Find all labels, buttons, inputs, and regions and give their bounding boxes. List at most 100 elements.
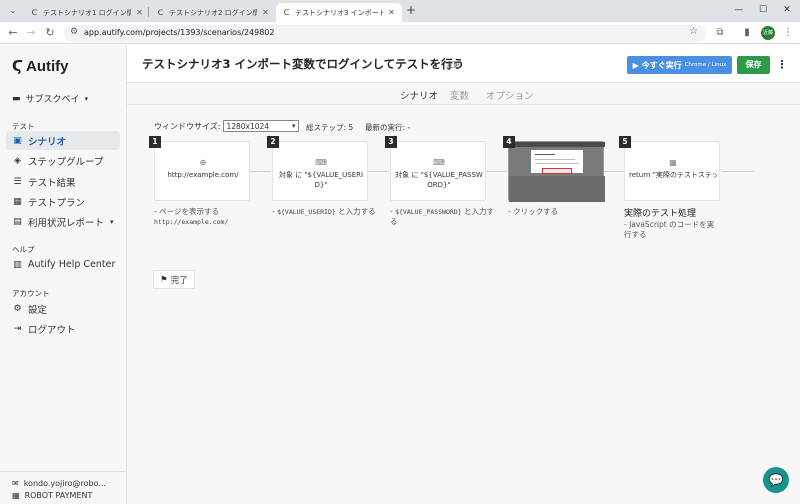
step-card-4[interactable]: 4 — [503, 136, 605, 202]
tab-variables[interactable]: 変数 — [450, 88, 469, 102]
sidebar-item-logout[interactable]: ⇥ ログアウト — [6, 319, 120, 338]
keyboard-icon: ⌨ — [433, 158, 445, 167]
sidebar-item-label: 利用状況レポート — [28, 217, 105, 229]
sidebar-item-label: テスト結果 — [28, 177, 76, 189]
step-desc-text: - ページを表示する — [154, 207, 219, 216]
mail-icon: ✉ — [12, 478, 19, 488]
reload-icon[interactable]: ↻ — [43, 26, 57, 40]
step-card-1[interactable]: 1 ⊕ http://example.com/ — [149, 136, 250, 201]
bookmark-star-icon[interactable]: ☆ — [689, 26, 698, 37]
step-connector — [604, 171, 625, 172]
scenario-tabs: シナリオ 変数 オプション — [127, 83, 800, 105]
report-icon: ▤ — [13, 216, 22, 227]
step-text: 対象 に "${VALUE_PASSWORD}" — [395, 171, 483, 189]
window-size-label: ウィンドウサイズ: — [154, 121, 221, 131]
step-desc-5: - JavaScript のコードを実行する — [624, 220, 715, 239]
run-env-label: Chrome / Linux — [684, 62, 727, 68]
more-options-icon[interactable]: ⋮ — [775, 56, 789, 74]
main-content: テストシナリオ3 インポート変数でログインしてテストを行う 変更 ▶ 今すぐ実行… — [127, 45, 800, 504]
back-icon[interactable]: ← — [6, 26, 20, 40]
user-info[interactable]: ✉ kondo.yojiro@robo... ▦ ROBOT PAYMENT — [0, 471, 127, 504]
step-desc-1: - ページを表示する http://example.com/ — [154, 207, 264, 227]
maximize-icon[interactable]: ☐ — [754, 3, 772, 17]
organization-name: ROBOT PAYMENT — [24, 490, 93, 500]
thumbnail-line — [535, 163, 579, 164]
browser-tab-1[interactable]: ᑕ テストシナリオ1 ログイン情報Aをテ ✕ — [24, 3, 150, 22]
tab-search-icon[interactable]: ⌄ — [6, 4, 20, 18]
done-label: 完了 — [170, 275, 188, 286]
forward-icon[interactable]: → — [24, 26, 38, 40]
step-card-2[interactable]: 2 ⌨ 対象 に "${VALUE_USERID}" — [267, 136, 368, 201]
save-button[interactable]: 保存 — [737, 56, 770, 74]
sidebar-item-test-plan[interactable]: ▦ テストプラン — [6, 192, 120, 211]
window-close-icon[interactable]: ✕ — [778, 3, 796, 17]
folder-icon: ▬ — [12, 93, 21, 104]
close-icon[interactable]: ✕ — [261, 8, 270, 17]
new-tab-icon[interactable]: + — [404, 4, 418, 18]
browser-tab-3-active[interactable]: ᑕ テストシナリオ3 インポート変数でロ ✕ — [276, 3, 402, 22]
step-desc-code: ${VALUE_USERID} — [277, 208, 336, 216]
step-text: http://example.com/ — [167, 171, 239, 179]
thumbnail-line — [535, 159, 575, 160]
rename-link[interactable]: 変更 — [446, 60, 460, 70]
close-icon[interactable]: ✕ — [135, 8, 144, 17]
browser-menu-icon[interactable]: ⋮ — [781, 26, 795, 40]
address-bar[interactable]: ⚙ app.autify.com/projects/1393/scenarios… — [64, 25, 706, 42]
run-now-label: ▶ 今すぐ実行 — [632, 60, 682, 70]
step-card-5[interactable]: 5 ▦ return "実際のテストステップ"; — [619, 136, 720, 201]
workspace-switcher[interactable]: ▬ サブスクベイ ▾ — [12, 92, 88, 106]
step-card-3[interactable]: 3 ⌨ 対象 に "${VALUE_PASSWORD}" — [385, 136, 486, 201]
side-panel-icon[interactable]: ▮ — [740, 26, 754, 40]
step-text: 対象 に "${VALUE_USERID}" — [278, 171, 364, 189]
sidebar-item-settings[interactable]: ⚙ 設定 — [6, 299, 120, 318]
step-title-5: 実際のテスト処理 — [624, 209, 697, 219]
thumbnail-header — [509, 142, 605, 147]
site-info-icon[interactable]: ⚙ — [70, 27, 78, 37]
window-size-value: 1280x1024 — [226, 121, 270, 131]
done-step[interactable]: ⚑ 完了 — [153, 270, 195, 289]
layers-icon: ◈ — [14, 155, 21, 166]
browser-tab-2[interactable]: ᑕ テストシナリオ2 ログイン情報Bをテ ✕ — [150, 3, 276, 22]
scenario-header: テストシナリオ3 インポート変数でログインしてテストを行う 変更 ▶ 今すぐ実行… — [127, 45, 800, 83]
sidebar-item-test-results[interactable]: ☰ テスト結果 — [6, 172, 120, 191]
logo-text: Autify — [26, 57, 69, 75]
sidebar-item-help-center[interactable]: ▥ Autify Help Center — [6, 255, 120, 274]
profile-avatar[interactable]: 近藤 — [761, 26, 775, 40]
user-email-row: ✉ kondo.yojiro@robo... — [12, 477, 115, 489]
chat-icon[interactable]: 💬 — [763, 467, 789, 493]
user-email: kondo.yojiro@robo... — [23, 478, 106, 488]
step-desc-4: - クリックする — [508, 207, 559, 216]
window-size-select[interactable]: 1280x1024 ▾ — [223, 120, 300, 132]
autify-logo[interactable]: Ϛ Autify — [12, 57, 69, 75]
run-now-button[interactable]: ▶ 今すぐ実行 Chrome / Linux — [627, 56, 732, 74]
url-text[interactable]: app.autify.com/projects/1393/scenarios/2… — [84, 28, 274, 37]
tab-options[interactable]: オプション — [486, 88, 534, 102]
extensions-icon[interactable]: ⧉ — [713, 26, 727, 40]
step-number: 1 — [149, 136, 161, 148]
tab-scenario[interactable]: シナリオ — [400, 88, 438, 102]
step-number: 4 — [503, 136, 515, 148]
flag-icon: ⚑ — [160, 274, 168, 285]
logout-icon: ⇥ — [13, 323, 22, 334]
book-icon: ▥ — [13, 259, 22, 270]
keyboard-icon: ⌨ — [315, 158, 327, 167]
step-desc-3: - ${VALUE_PASSWORD} と入力する — [390, 207, 500, 227]
sidebar-item-label: ログアウト — [28, 324, 76, 336]
minimize-icon[interactable]: — — [730, 3, 748, 17]
browser-toolbar: ← → ↻ ⚙ app.autify.com/projects/1393/sce… — [0, 22, 800, 44]
calendar-icon: ▦ — [13, 196, 22, 207]
sidebar-item-label: シナリオ — [28, 136, 67, 148]
list-icon: ☰ — [13, 176, 22, 187]
sidebar-item-label: Autify Help Center — [28, 259, 116, 270]
scenario-icon: ▣ — [13, 135, 22, 146]
last-run: 最新の実行: - — [365, 123, 411, 132]
sidebar-item-usage-report[interactable]: ▤ 利用状況レポート ▾ — [6, 212, 120, 231]
sidebar-item-step-group[interactable]: ◈ ステップグループ — [6, 151, 120, 170]
section-heading-account: アカウント — [12, 289, 50, 298]
close-icon[interactable]: ✕ — [387, 8, 396, 17]
window-size-setting: ウィンドウサイズ: 1280x1024 ▾ — [154, 120, 300, 132]
organization-icon: ▦ — [12, 490, 20, 500]
step-desc-code: ${VALUE_PASSWORD} — [395, 208, 462, 216]
sidebar-item-scenario[interactable]: ▣ シナリオ — [6, 131, 120, 150]
tab-divider — [148, 7, 149, 17]
